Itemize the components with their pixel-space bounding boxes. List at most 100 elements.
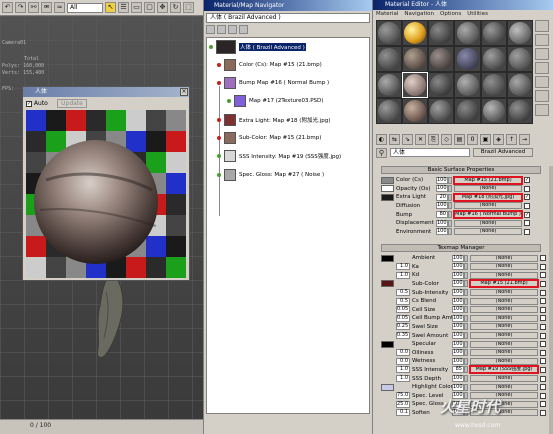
map-button[interactable]: (None) xyxy=(454,228,522,236)
move-icon[interactable]: ✥ xyxy=(157,2,168,13)
texmap-manager-rollout[interactable]: Texmap Manager xyxy=(381,244,541,252)
map-enable-checkbox[interactable] xyxy=(540,366,546,373)
map-button[interactable]: (None) xyxy=(470,314,538,322)
param-amount-field[interactable]: 20 xyxy=(436,193,448,201)
spinner-icon[interactable] xyxy=(464,366,468,374)
spinner-icon[interactable] xyxy=(464,280,468,288)
map-enable-checkbox[interactable]: ✓ xyxy=(524,211,530,218)
spinner-icon[interactable] xyxy=(464,323,468,331)
menu-options[interactable]: Options xyxy=(440,10,461,19)
sample-slot[interactable] xyxy=(507,21,532,45)
spinner-icon[interactable] xyxy=(464,297,468,305)
background-icon[interactable] xyxy=(535,48,549,60)
param-amount-field[interactable]: 100 xyxy=(452,349,464,357)
navigator-item[interactable]: SSS Intensity: Map #19 (SSS强度.jpg) xyxy=(217,149,341,163)
close-icon[interactable]: × xyxy=(180,88,188,96)
basic-surface-rollout[interactable]: Basic Surface Properties xyxy=(381,166,541,174)
color-swatch[interactable] xyxy=(381,193,394,201)
map-enable-checkbox[interactable] xyxy=(540,298,546,305)
spinner-icon[interactable] xyxy=(464,375,468,383)
map-enable-checkbox[interactable] xyxy=(540,280,546,287)
param-amount-field[interactable]: 100 xyxy=(452,323,464,331)
redo-icon[interactable]: ↷ xyxy=(15,2,26,13)
param-value-field[interactable]: 0.5 xyxy=(396,297,410,305)
navigator-root-item[interactable]: 人体 ( Brazil Advanced ) xyxy=(209,40,306,54)
map-button[interactable]: (None) xyxy=(470,306,538,314)
update-button[interactable]: Update xyxy=(57,99,87,108)
sample-slot[interactable] xyxy=(455,73,480,97)
show-map-in-viewport-icon[interactable]: ▣ xyxy=(480,134,491,145)
map-enable-checkbox[interactable] xyxy=(524,185,530,192)
map-enable-checkbox[interactable] xyxy=(540,409,546,416)
region-select-icon[interactable]: ▭ xyxy=(131,2,142,13)
sample-slot[interactable] xyxy=(481,47,506,71)
param-value-field[interactable]: 0.25 xyxy=(396,323,410,331)
sample-slot[interactable] xyxy=(455,21,480,45)
make-unique-icon[interactable]: ◇ xyxy=(441,134,452,145)
sample-slot[interactable] xyxy=(429,73,454,97)
spinner-icon[interactable] xyxy=(464,254,468,262)
spinner-icon[interactable] xyxy=(464,340,468,348)
sample-slot[interactable] xyxy=(429,99,454,123)
param-amount-field[interactable]: 100 xyxy=(436,228,448,236)
param-amount-field[interactable]: 100 xyxy=(452,297,464,305)
spinner-icon[interactable] xyxy=(448,211,452,219)
param-value-field[interactable]: 0.0 xyxy=(396,349,410,357)
map-button[interactable]: Map #16 ( Normal Bump ) xyxy=(454,211,522,219)
param-amount-field[interactable]: 100 xyxy=(452,332,464,340)
param-amount-field[interactable]: 100 xyxy=(452,357,464,365)
material-effects-channel-icon[interactable]: 0 xyxy=(467,134,478,145)
color-swatch[interactable] xyxy=(381,185,394,193)
param-amount-field[interactable]: 80 xyxy=(436,211,448,219)
reset-map-icon[interactable]: ✕ xyxy=(415,134,426,145)
param-value-field[interactable]: 0.5 xyxy=(396,289,410,297)
param-value-field[interactable]: 0.35 xyxy=(396,332,410,340)
map-enable-checkbox[interactable]: ✓ xyxy=(524,194,530,201)
map-enable-checkbox[interactable] xyxy=(540,255,546,262)
make-copy-icon[interactable]: ⎘ xyxy=(428,134,439,145)
map-button[interactable]: Map #15 (21.bmp) xyxy=(470,280,538,288)
map-enable-checkbox[interactable] xyxy=(524,220,530,227)
go-forward-to-sibling-icon[interactable]: → xyxy=(519,134,530,145)
param-value-field[interactable]: 0.05 xyxy=(396,306,410,314)
navigator-item[interactable]: Sub-Color: Map #15 (21.bmp) xyxy=(217,131,321,145)
menu-material[interactable]: Material xyxy=(376,10,398,19)
list-view-icon[interactable] xyxy=(206,25,215,34)
navigator-title-bar[interactable]: Material/Map Navigator xyxy=(204,0,372,11)
put-to-scene-icon[interactable]: ⇆ xyxy=(389,134,400,145)
map-enable-checkbox[interactable] xyxy=(540,315,546,322)
param-amount-field[interactable]: 100 xyxy=(452,314,464,322)
map-button[interactable]: (None) xyxy=(454,185,522,193)
map-enable-checkbox[interactable] xyxy=(540,323,546,330)
preview-title-bar[interactable]: 人体 × xyxy=(23,87,189,97)
large-icons-view-icon[interactable] xyxy=(239,25,248,34)
map-enable-checkbox[interactable] xyxy=(540,358,546,365)
param-amount-field[interactable]: 100 xyxy=(452,383,464,391)
list-icons-view-icon[interactable] xyxy=(217,25,226,34)
scale-icon[interactable]: ⬚ xyxy=(183,2,194,13)
param-amount-field[interactable]: 100 xyxy=(452,280,464,288)
sample-slot[interactable] xyxy=(402,72,429,98)
map-enable-checkbox[interactable] xyxy=(540,341,546,348)
param-amount-field[interactable]: 100 xyxy=(452,306,464,314)
param-value-field[interactable]: 1.0 xyxy=(396,366,410,374)
sample-slot[interactable] xyxy=(455,47,480,71)
map-enable-checkbox[interactable] xyxy=(540,349,546,356)
navigator-item[interactable]: Map #17 (2Texture03.PSD) xyxy=(227,94,323,108)
viewport-label[interactable]: Camera01 xyxy=(2,40,26,46)
sample-slot[interactable] xyxy=(403,47,428,71)
param-value-field[interactable]: 0.0 xyxy=(396,357,410,365)
material-name-field[interactable]: 人体 xyxy=(390,148,470,157)
video-color-check-icon[interactable] xyxy=(535,76,549,88)
map-enable-checkbox[interactable] xyxy=(540,401,546,408)
editor-scrollbar[interactable] xyxy=(549,166,553,434)
param-amount-field[interactable]: 85 xyxy=(452,366,464,374)
auto-checkbox[interactable]: ✓ Auto xyxy=(26,100,48,107)
param-value-field[interactable]: 75.0 xyxy=(396,392,410,400)
editor-title-bar[interactable]: Material Editor - 人体 xyxy=(373,0,553,10)
color-swatch[interactable] xyxy=(381,176,394,184)
spinner-icon[interactable] xyxy=(464,263,468,271)
spinner-icon[interactable] xyxy=(448,202,452,210)
pick-material-icon[interactable]: ⚲ xyxy=(376,147,387,158)
color-swatch[interactable] xyxy=(381,383,394,391)
